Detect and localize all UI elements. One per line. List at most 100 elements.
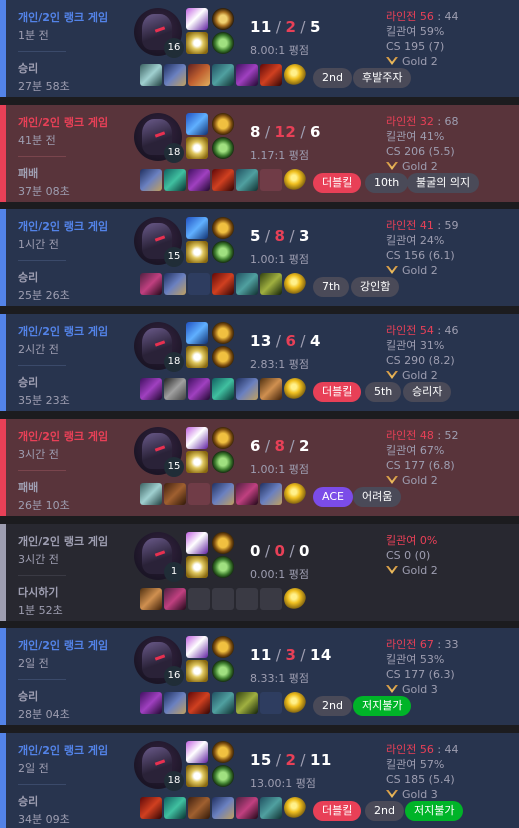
item-icon[interactable] <box>140 169 162 191</box>
item-icon[interactable] <box>164 378 186 400</box>
summoner-spell-flash-icon[interactable] <box>186 241 208 263</box>
match-row[interactable]: 개인/2인 랭크 게임 1시간 전 승리 25분 26초 15 5/8/3 1.00:1 평… <box>0 209 519 306</box>
match-row[interactable]: 개인/2인 랭크 게임 1분 전 승리 27분 58초 16 11/2/5 8.00:1 평… <box>0 0 519 97</box>
match-stats: 킬관여 0% CS 0 (0) Gold 2 <box>386 533 516 578</box>
trinket-ward-icon[interactable] <box>284 588 306 610</box>
item-icon[interactable] <box>212 378 234 400</box>
kill-participation: 킬관여 41% <box>386 130 445 143</box>
item-icon[interactable] <box>188 378 210 400</box>
item-icon[interactable] <box>140 273 162 295</box>
item-icon[interactable] <box>188 169 210 191</box>
item-icon[interactable] <box>236 169 258 191</box>
queue-type: 개인/2인 랭크 게임 <box>18 535 109 548</box>
achievement-badge: 10th <box>365 173 409 193</box>
trinket-ward-icon[interactable] <box>284 273 306 295</box>
rune-resolve-icon[interactable] <box>212 556 234 578</box>
rune-prec-icon[interactable] <box>212 217 234 239</box>
trinket-ward-icon[interactable] <box>284 483 306 505</box>
match-row[interactable]: 개인/2인 랭크 게임 3시간 전 패배 26분 10초 15 6/8/2 1.00:1 평… <box>0 419 519 516</box>
item-icon[interactable] <box>212 797 234 819</box>
item-icon[interactable] <box>140 797 162 819</box>
trinket-ward-icon[interactable] <box>284 64 306 86</box>
item-icon[interactable] <box>164 692 186 714</box>
item-icon[interactable] <box>164 273 186 295</box>
rune-prec-icon[interactable] <box>212 346 234 368</box>
summoner-spell-flash-icon[interactable] <box>186 346 208 368</box>
trinket-ward-icon[interactable] <box>284 692 306 714</box>
rune-prec-icon[interactable] <box>212 322 234 344</box>
item-icon[interactable] <box>236 797 258 819</box>
summoner-spell-cleanse-icon[interactable] <box>186 741 208 763</box>
summoner-spell-flash-icon[interactable] <box>186 32 208 54</box>
item-icon[interactable] <box>260 797 282 819</box>
summoner-spell-ghost-icon[interactable] <box>186 322 208 344</box>
summoner-spell-ghost-icon[interactable] <box>186 217 208 239</box>
item-icon[interactable] <box>260 483 282 505</box>
item-icon[interactable] <box>140 64 162 86</box>
item-icon[interactable] <box>260 64 282 86</box>
kda-ratio: 13.00:1 평점 <box>250 777 316 790</box>
rune-resolve-icon[interactable] <box>212 241 234 263</box>
item-icon[interactable] <box>164 169 186 191</box>
item-icon[interactable] <box>164 797 186 819</box>
trinket-ward-icon[interactable] <box>284 378 306 400</box>
item-icon[interactable] <box>212 692 234 714</box>
rune-resolve-icon[interactable] <box>212 765 234 787</box>
item-icon[interactable] <box>212 169 234 191</box>
summoner-spell-flash-icon[interactable] <box>186 660 208 682</box>
rune-resolve-icon[interactable] <box>212 660 234 682</box>
summoner-spell-flash-icon[interactable] <box>186 451 208 473</box>
tier-wings-icon <box>386 685 398 693</box>
rune-key-icon[interactable] <box>212 8 234 30</box>
achievement-badge: 후발주자 <box>353 68 412 88</box>
match-row[interactable]: 개인/2인 랭크 게임 41분 전 패배 37분 08초 18 8/12/6 1.17:1 … <box>0 105 519 202</box>
item-icon[interactable] <box>212 64 234 86</box>
rune-prec-icon[interactable] <box>212 636 234 658</box>
rune-resolve-icon[interactable] <box>212 32 234 54</box>
item-icon[interactable] <box>236 483 258 505</box>
match-row[interactable]: 개인/2인 랭크 게임 2시간 전 승리 35분 23초 18 13/6/4 2.83:1 … <box>0 314 519 411</box>
deaths: 12 <box>274 123 297 141</box>
rune-prec-icon[interactable] <box>212 532 234 554</box>
summoner-spell-flash-icon[interactable] <box>186 137 208 159</box>
item-icon[interactable] <box>188 692 210 714</box>
summoner-spell-cleanse-icon[interactable] <box>186 8 208 30</box>
item-icon[interactable] <box>212 273 234 295</box>
trinket-ward-icon[interactable] <box>284 169 306 191</box>
rune-prec-icon[interactable] <box>212 113 234 135</box>
rune-prec-icon[interactable] <box>212 741 234 763</box>
lane-score-opponent: : 52 <box>433 429 459 442</box>
item-icon[interactable] <box>236 64 258 86</box>
summoner-spell-flash-icon[interactable] <box>186 765 208 787</box>
item-icon[interactable] <box>140 692 162 714</box>
item-icon[interactable] <box>236 378 258 400</box>
item-icon[interactable] <box>212 483 234 505</box>
item-icon[interactable] <box>260 378 282 400</box>
item-icon[interactable] <box>164 588 186 610</box>
item-icon[interactable] <box>164 483 186 505</box>
match-row[interactable]: 개인/2인 랭크 게임 2일 전 승리 34분 09초 18 15/2/11 13.00:1… <box>0 733 519 828</box>
item-icon[interactable] <box>236 692 258 714</box>
item-icon[interactable] <box>164 64 186 86</box>
trinket-ward-icon[interactable] <box>284 797 306 819</box>
item-icon[interactable] <box>140 588 162 610</box>
item-icon[interactable] <box>260 273 282 295</box>
item-icon[interactable] <box>140 378 162 400</box>
item-icon[interactable] <box>188 64 210 86</box>
summoner-spell-cleanse-icon[interactable] <box>186 427 208 449</box>
item-icon[interactable] <box>188 797 210 819</box>
match-result: 승리 <box>18 62 39 75</box>
match-row[interactable]: 개인/2인 랭크 게임 3시간 전 다시하기 1분 52초 1 0/0/0 0.00:1 평… <box>0 524 519 621</box>
summoner-spell-cleanse-icon[interactable] <box>186 532 208 554</box>
summoner-spell-cleanse-icon[interactable] <box>186 636 208 658</box>
item-icon[interactable] <box>140 483 162 505</box>
summoner-spell-flash-icon[interactable] <box>186 556 208 578</box>
match-row[interactable]: 개인/2인 랭크 게임 2일 전 승리 28분 04초 16 11/3/14 8.33:1 … <box>0 628 519 725</box>
summoner-spell-ghost-icon[interactable] <box>186 113 208 135</box>
kda: 11/3/14 <box>250 646 332 664</box>
rune-resolve-icon[interactable] <box>212 451 234 473</box>
rune-resolve-icon[interactable] <box>212 137 234 159</box>
queue-type: 개인/2인 랭크 게임 <box>18 430 109 443</box>
rune-prec-icon[interactable] <box>212 427 234 449</box>
item-icon[interactable] <box>236 273 258 295</box>
